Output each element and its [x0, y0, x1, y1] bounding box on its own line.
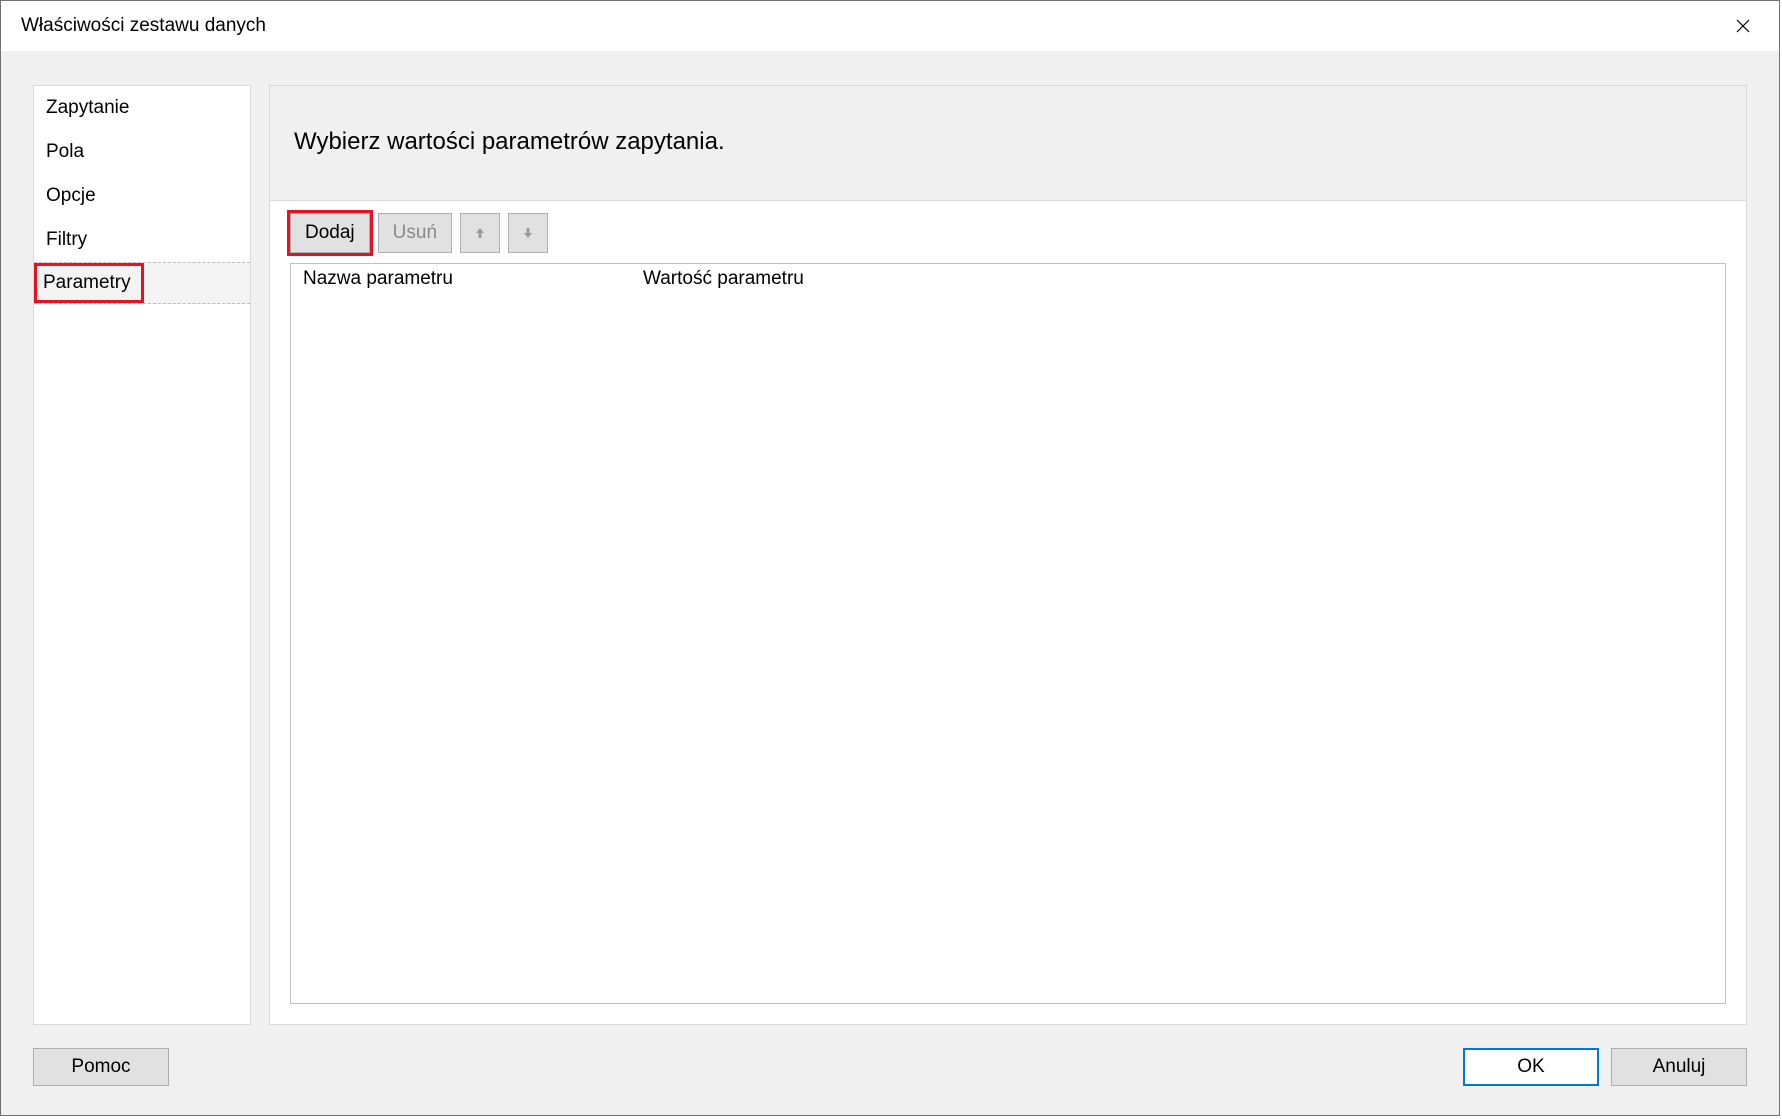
- parameters-grid[interactable]: Nazwa parametru Wartość parametru: [290, 263, 1726, 1004]
- page-title: Wybierz wartości parametrów zapytania.: [294, 128, 1722, 156]
- move-up-button[interactable]: [460, 213, 500, 253]
- sidebar-item-parametry[interactable]: Parametry: [34, 262, 250, 304]
- grid-column-value: Wartość parametru: [631, 268, 1725, 290]
- titlebar: Właściwości zestawu danych: [1, 1, 1779, 51]
- sidebar-item-label: Parametry: [35, 264, 143, 302]
- main-header: Wybierz wartości parametrów zapytania.: [269, 85, 1747, 200]
- sidebar-item-label: Filtry: [46, 229, 87, 250]
- sidebar-item-filtry[interactable]: Filtry: [34, 218, 250, 262]
- grid-header: Nazwa parametru Wartość parametru: [291, 264, 1725, 296]
- window-title: Właściwości zestawu danych: [21, 15, 266, 37]
- delete-button[interactable]: Usuń: [378, 213, 452, 253]
- footer-right: OK Anuluj: [1463, 1048, 1747, 1086]
- cancel-button[interactable]: Anuluj: [1611, 1048, 1747, 1086]
- sidebar-item-pola[interactable]: Pola: [34, 130, 250, 174]
- move-down-button[interactable]: [508, 213, 548, 253]
- panels-row: Zapytanie Pola Opcje Filtry Parametry Wy…: [33, 85, 1747, 1025]
- ok-button[interactable]: OK: [1463, 1048, 1599, 1086]
- ok-button-label: OK: [1517, 1056, 1544, 1078]
- sidebar: Zapytanie Pola Opcje Filtry Parametry: [33, 85, 251, 1025]
- help-button[interactable]: Pomoc: [33, 1048, 169, 1086]
- close-icon: [1736, 19, 1750, 33]
- grid-column-name: Nazwa parametru: [291, 268, 631, 290]
- sidebar-item-label: Opcje: [46, 185, 96, 206]
- add-button[interactable]: Dodaj: [290, 213, 370, 253]
- main-content: Dodaj Usuń: [269, 200, 1747, 1025]
- sidebar-item-opcje[interactable]: Opcje: [34, 174, 250, 218]
- footer-left: Pomoc: [33, 1048, 169, 1086]
- dialog-body: Zapytanie Pola Opcje Filtry Parametry Wy…: [1, 51, 1779, 1115]
- sidebar-item-label: Pola: [46, 141, 84, 162]
- sidebar-item-zapytanie[interactable]: Zapytanie: [34, 86, 250, 130]
- sidebar-item-label: Zapytanie: [46, 97, 129, 118]
- close-button[interactable]: [1723, 6, 1763, 46]
- cancel-button-label: Anuluj: [1653, 1056, 1706, 1078]
- help-button-label: Pomoc: [71, 1056, 130, 1078]
- add-button-label: Dodaj: [305, 222, 355, 244]
- arrow-up-icon: [473, 226, 487, 240]
- dialog-footer: Pomoc OK Anuluj: [33, 1025, 1747, 1095]
- arrow-down-icon: [521, 226, 535, 240]
- toolbar: Dodaj Usuń: [290, 213, 1726, 253]
- dialog-window: Właściwości zestawu danych Zapytanie Pol…: [0, 0, 1780, 1116]
- delete-button-label: Usuń: [393, 222, 437, 244]
- main-panel: Wybierz wartości parametrów zapytania. D…: [269, 85, 1747, 1025]
